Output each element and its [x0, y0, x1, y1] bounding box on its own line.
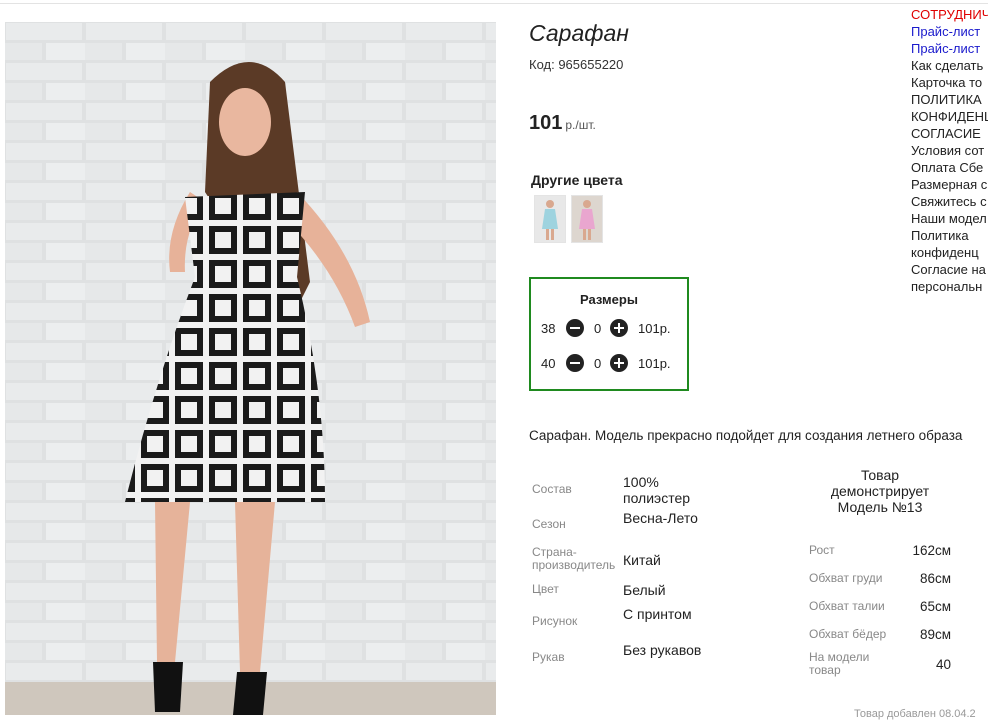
menu-item[interactable]: СОГЛАСИЕ — [911, 125, 988, 142]
model-param-value: 86см — [919, 571, 951, 586]
size-price: 101р. — [638, 356, 671, 371]
model-heading: Товар демонстрирует Модель №13 — [830, 467, 930, 515]
plus-icon[interactable] — [610, 319, 628, 337]
size-qty[interactable]: 0 — [594, 321, 601, 336]
menu-item[interactable]: Согласие на — [911, 261, 988, 278]
spec-label: Сезон — [532, 517, 566, 531]
spec-label: Цвет — [532, 582, 559, 596]
model-param-label: Рост — [809, 543, 835, 557]
spec-value: 100% полиэстер — [623, 474, 691, 506]
menu-item[interactable]: персональн — [911, 278, 988, 295]
minus-icon[interactable] — [566, 354, 584, 372]
menu-item[interactable]: Наши модел — [911, 210, 988, 227]
color-thumb-blue[interactable] — [534, 195, 566, 243]
price: 101 р./шт. — [529, 112, 596, 135]
product-code: Код: 965655220 — [529, 57, 624, 72]
color-thumb-pink[interactable] — [571, 195, 603, 243]
product-title: Сарафан — [529, 20, 629, 46]
menu-item[interactable]: Прайс-лист — [911, 40, 988, 57]
spec-label: Рисунок — [532, 614, 578, 628]
menu-item[interactable]: Размерная с — [911, 176, 988, 193]
model-param-value: 40 — [935, 657, 951, 672]
menu-item[interactable]: конфиденц — [911, 244, 988, 261]
product-photo[interactable] — [5, 22, 496, 715]
menu-item[interactable]: Карточка то — [911, 74, 988, 91]
sizes-title: Размеры — [580, 292, 638, 307]
plus-icon[interactable] — [610, 354, 628, 372]
product-description: Сарафан. Модель прекрасно подойдет для с… — [529, 428, 963, 443]
price-value: 101 — [529, 112, 563, 134]
spec-label: Состав — [532, 482, 572, 496]
model-param-label: На модели товар — [809, 650, 870, 677]
top-divider — [0, 3, 988, 4]
menu-item[interactable]: КОНФИДЕНЦ — [911, 108, 988, 125]
size-label: 38 — [541, 321, 556, 336]
menu-item[interactable]: Прайс-лист — [911, 23, 988, 40]
menu-item[interactable]: Как сделать — [911, 57, 988, 74]
spec-value: С принтом — [623, 606, 692, 622]
sizes-box: Размеры 38 0 101р. 40 0 101р. — [529, 277, 689, 391]
menu-item[interactable]: СОТРУДНИЧ — [911, 6, 988, 23]
menu-item[interactable]: Политика — [911, 227, 988, 244]
spec-label: Рукав — [532, 650, 565, 664]
menu-item[interactable]: Свяжитесь с — [911, 193, 988, 210]
added-date: Товар добавлен 08.04.2 — [854, 708, 976, 720]
other-colors-heading: Другие цвета — [531, 172, 623, 188]
model-param-value: 65см — [919, 599, 951, 614]
model-param-label: Обхват груди — [809, 571, 883, 585]
size-label: 40 — [541, 356, 556, 371]
menu-item[interactable]: Оплата Сбе — [911, 159, 988, 176]
model-param-label: Обхват талии — [809, 599, 885, 613]
side-menu: СОТРУДНИЧ Прайс-лист Прайс-лист Как сдел… — [911, 6, 988, 295]
model-param-value: 162см — [912, 543, 951, 558]
spec-value: Китай — [623, 552, 661, 568]
price-unit: р./шт. — [565, 118, 596, 132]
spec-value: Белый — [623, 582, 666, 598]
size-price: 101р. — [638, 321, 671, 336]
size-qty[interactable]: 0 — [594, 356, 601, 371]
menu-item[interactable]: ПОЛИТИКА — [911, 91, 988, 108]
model-param-value: 89см — [919, 627, 951, 642]
spec-value: Весна-Лето — [623, 510, 698, 526]
minus-icon[interactable] — [566, 319, 584, 337]
menu-item[interactable]: Условия сот — [911, 142, 988, 159]
spec-value: Без рукавов — [623, 642, 702, 658]
model-param-label: Обхват бёдер — [809, 627, 887, 641]
spec-label: Страна-производитель — [532, 545, 616, 572]
